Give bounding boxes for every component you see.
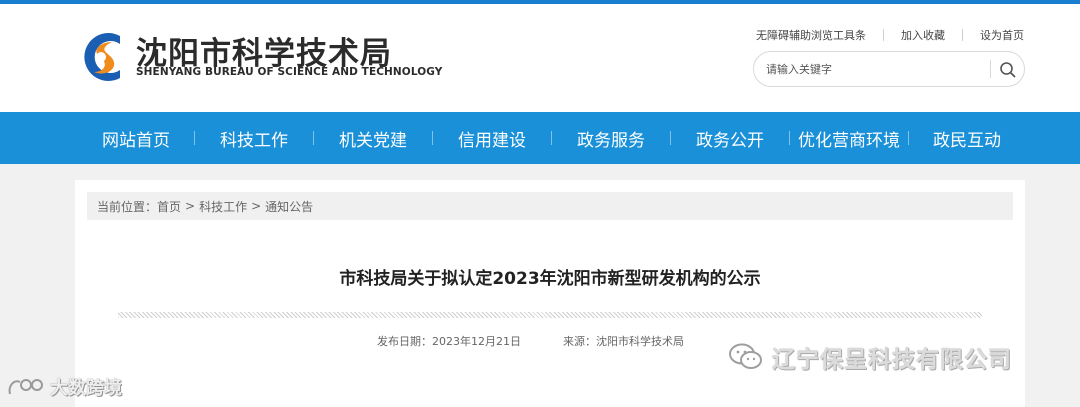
watermark-platform-text: 大数跨境 xyxy=(50,378,122,399)
breadcrumb: 当前位置： 首页 > 科技工作 > 通知公告 xyxy=(87,192,1013,220)
platform-logo-icon xyxy=(8,379,43,395)
site-header: 沈阳市科学技术局 SHENYANG BUREAU OF SCIENCE AND … xyxy=(0,4,1080,112)
nav-item-sci-tech-work[interactable]: 科技工作 xyxy=(195,112,313,164)
breadcrumb-separator: > xyxy=(185,199,196,213)
site-logo[interactable]: 沈阳市科学技术局 SHENYANG BUREAU OF SCIENCE AND … xyxy=(74,28,442,88)
bureau-logo-icon xyxy=(84,32,120,82)
divider xyxy=(883,29,884,41)
main-nav: 网站首页 科技工作 机关党建 信用建设 政务服务 政务公开 优化营商环境 政民互… xyxy=(0,112,1080,164)
nav-item-interaction[interactable]: 政民互动 xyxy=(909,112,1025,164)
breadcrumb-label: 当前位置： xyxy=(97,199,158,214)
nav-item-home[interactable]: 网站首页 xyxy=(78,112,194,164)
article-title: 市科技局关于拟认定2023年沈阳市新型研发机构的公示 xyxy=(339,269,761,289)
divider xyxy=(962,29,963,41)
nav-item-party-building[interactable]: 机关党建 xyxy=(314,112,432,164)
publish-date-label: 发布日期： xyxy=(377,335,432,348)
set-homepage-link[interactable]: 设为首页 xyxy=(980,27,1024,43)
watermark-platform: 大数跨境 xyxy=(6,374,122,400)
accessibility-toolbar-link[interactable]: 无障碍辅助浏览工具条 xyxy=(756,27,866,43)
title-divider xyxy=(118,312,982,318)
search-input[interactable] xyxy=(766,60,986,78)
source-label: 来源： xyxy=(563,335,596,348)
source-value: 沈阳市科学技术局 xyxy=(596,335,684,348)
breadcrumb-home[interactable]: 首页 xyxy=(157,198,181,215)
add-favorite-link[interactable]: 加入收藏 xyxy=(901,27,945,43)
watermark-company-text: 辽宁保呈科技有限公司 xyxy=(772,347,1012,373)
breadcrumb-separator: > xyxy=(251,199,262,213)
search-icon[interactable] xyxy=(998,60,1018,80)
breadcrumb-sci-tech-work[interactable]: 科技工作 xyxy=(199,198,247,215)
top-links: 无障碍辅助浏览工具条 加入收藏 设为首页 xyxy=(756,26,1024,44)
publish-date: 2023年12月21日 xyxy=(432,335,521,348)
logo-title-en: SHENYANG BUREAU OF SCIENCE AND TECHNOLOG… xyxy=(136,66,443,78)
nav-item-business-env[interactable]: 优化营商环境 xyxy=(790,112,908,164)
search-box xyxy=(753,51,1025,87)
nav-item-gov-services[interactable]: 政务服务 xyxy=(552,112,670,164)
wechat-icon xyxy=(729,343,762,369)
nav-item-credit[interactable]: 信用建设 xyxy=(433,112,551,164)
watermark-company: 辽宁保呈科技有限公司 xyxy=(728,340,1012,374)
article-meta: 发布日期： 2023年12月21日 来源： 沈阳市科学技术局 xyxy=(377,333,684,349)
search-divider xyxy=(990,60,991,78)
breadcrumb-notices[interactable]: 通知公告 xyxy=(265,198,313,215)
nav-item-gov-disclosure[interactable]: 政务公开 xyxy=(671,112,789,164)
